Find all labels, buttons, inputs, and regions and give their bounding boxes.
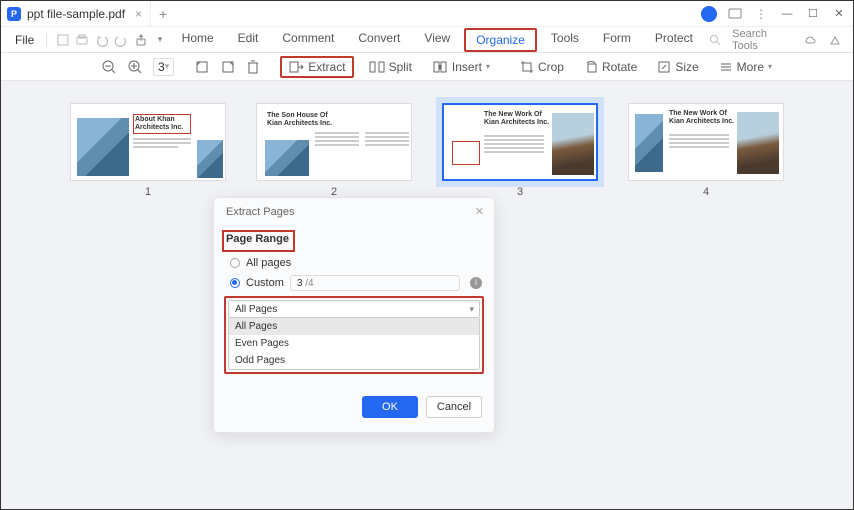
custom-range-input[interactable]: 3 /4 <box>290 275 460 291</box>
page-thumb-4[interactable]: The New Work Of Kian Architects Inc. 4 <box>628 103 784 509</box>
share-icon[interactable] <box>133 32 148 48</box>
app-icon: P <box>7 7 21 21</box>
document-tab[interactable]: P ppt file-sample.pdf × <box>1 1 151 27</box>
redo-icon[interactable] <box>113 32 128 48</box>
crop-icon <box>520 60 534 74</box>
radio-icon <box>230 258 240 268</box>
menu-home[interactable]: Home <box>172 28 224 52</box>
option-even-pages-item[interactable]: Even Pages <box>229 335 479 352</box>
tab-title: ppt file-sample.pdf <box>27 7 125 21</box>
home-toggle-icon[interactable] <box>828 32 843 48</box>
share-dropdown-icon[interactable]: ▾ <box>152 32 167 48</box>
option-all-pages-item[interactable]: All Pages <box>229 318 479 335</box>
dialog-close-icon[interactable]: ✕ <box>475 205 484 218</box>
toolbar: 3▾ Extract Split Insert▾ Crop Rotate Siz… <box>1 53 853 81</box>
page-number-3: 3 <box>517 186 523 198</box>
rotate-left-icon[interactable] <box>194 59 210 75</box>
undo-icon[interactable] <box>94 32 109 48</box>
dialog-title: Extract Pages <box>226 206 294 218</box>
minimize-button[interactable]: — <box>779 7 795 21</box>
ok-button[interactable]: OK <box>362 396 418 418</box>
size-icon <box>657 60 671 74</box>
titlebar: P ppt file-sample.pdf × + ⋮ — ☐ ✕ <box>1 1 853 27</box>
option-all-pages[interactable]: All pages <box>226 254 482 272</box>
new-tab-button[interactable]: + <box>151 6 175 22</box>
close-button[interactable]: ✕ <box>831 7 847 21</box>
user-avatar[interactable] <box>701 6 717 22</box>
zoom-in-icon[interactable] <box>127 59 143 75</box>
page-filter-select[interactable]: All Pages <box>228 300 480 318</box>
save-icon[interactable] <box>55 32 70 48</box>
menu-convert[interactable]: Convert <box>348 28 410 52</box>
info-icon[interactable]: i <box>470 277 482 289</box>
print-icon[interactable] <box>75 32 90 48</box>
menu-protect[interactable]: Protect <box>645 28 703 52</box>
kebab-icon[interactable]: ⋮ <box>753 6 769 22</box>
menu-file[interactable]: File <box>11 33 38 47</box>
more-icon <box>719 61 733 73</box>
close-tab-icon[interactable]: × <box>135 7 142 21</box>
rotate-button[interactable]: Rotate <box>579 58 642 76</box>
insert-icon <box>432 60 448 74</box>
crop-button[interactable]: Crop <box>515 58 569 76</box>
message-icon[interactable] <box>727 6 743 22</box>
menubar: File ▾ Home Edit Comment Convert View Or… <box>1 27 853 53</box>
extract-button[interactable]: Extract <box>280 56 353 78</box>
option-custom[interactable]: Custom 3 /4 i <box>226 272 482 294</box>
delete-icon[interactable] <box>246 59 260 75</box>
split-button[interactable]: Split <box>364 58 417 76</box>
search-icon[interactable] <box>707 32 722 48</box>
option-odd-pages-item[interactable]: Odd Pages <box>229 352 479 369</box>
extract-icon <box>288 60 304 74</box>
menu-tools[interactable]: Tools <box>541 28 589 52</box>
page-filter-options: All Pages Even Pages Odd Pages <box>228 318 480 370</box>
menu-view[interactable]: View <box>414 28 460 52</box>
split-icon <box>369 60 385 74</box>
menu-comment[interactable]: Comment <box>272 28 344 52</box>
radio-icon <box>230 278 240 288</box>
zoom-out-icon[interactable] <box>101 59 117 75</box>
maximize-button[interactable]: ☐ <box>805 7 821 21</box>
cancel-button[interactable]: Cancel <box>426 396 482 418</box>
page-number-input[interactable]: 3▾ <box>153 58 174 76</box>
search-tools-label[interactable]: Search Tools <box>732 28 792 52</box>
page-range-label: Page Range <box>226 233 289 245</box>
rotate-right-icon[interactable] <box>220 59 236 75</box>
page-thumb-1[interactable]: About Khan Architects Inc. 1 <box>70 103 226 509</box>
insert-button[interactable]: Insert▾ <box>427 58 495 76</box>
cloud-icon[interactable] <box>803 32 818 48</box>
more-button[interactable]: More▾ <box>714 58 777 76</box>
menu-form[interactable]: Form <box>593 28 641 52</box>
extract-pages-dialog: Extract Pages ✕ Page Range All pages Cus… <box>213 197 495 433</box>
page-number-1: 1 <box>145 186 151 198</box>
menu-edit[interactable]: Edit <box>228 28 269 52</box>
menu-organize[interactable]: Organize <box>464 28 537 52</box>
size-button[interactable]: Size <box>652 58 703 76</box>
page-number-4: 4 <box>703 186 709 198</box>
rotate-tool-icon <box>584 60 598 74</box>
